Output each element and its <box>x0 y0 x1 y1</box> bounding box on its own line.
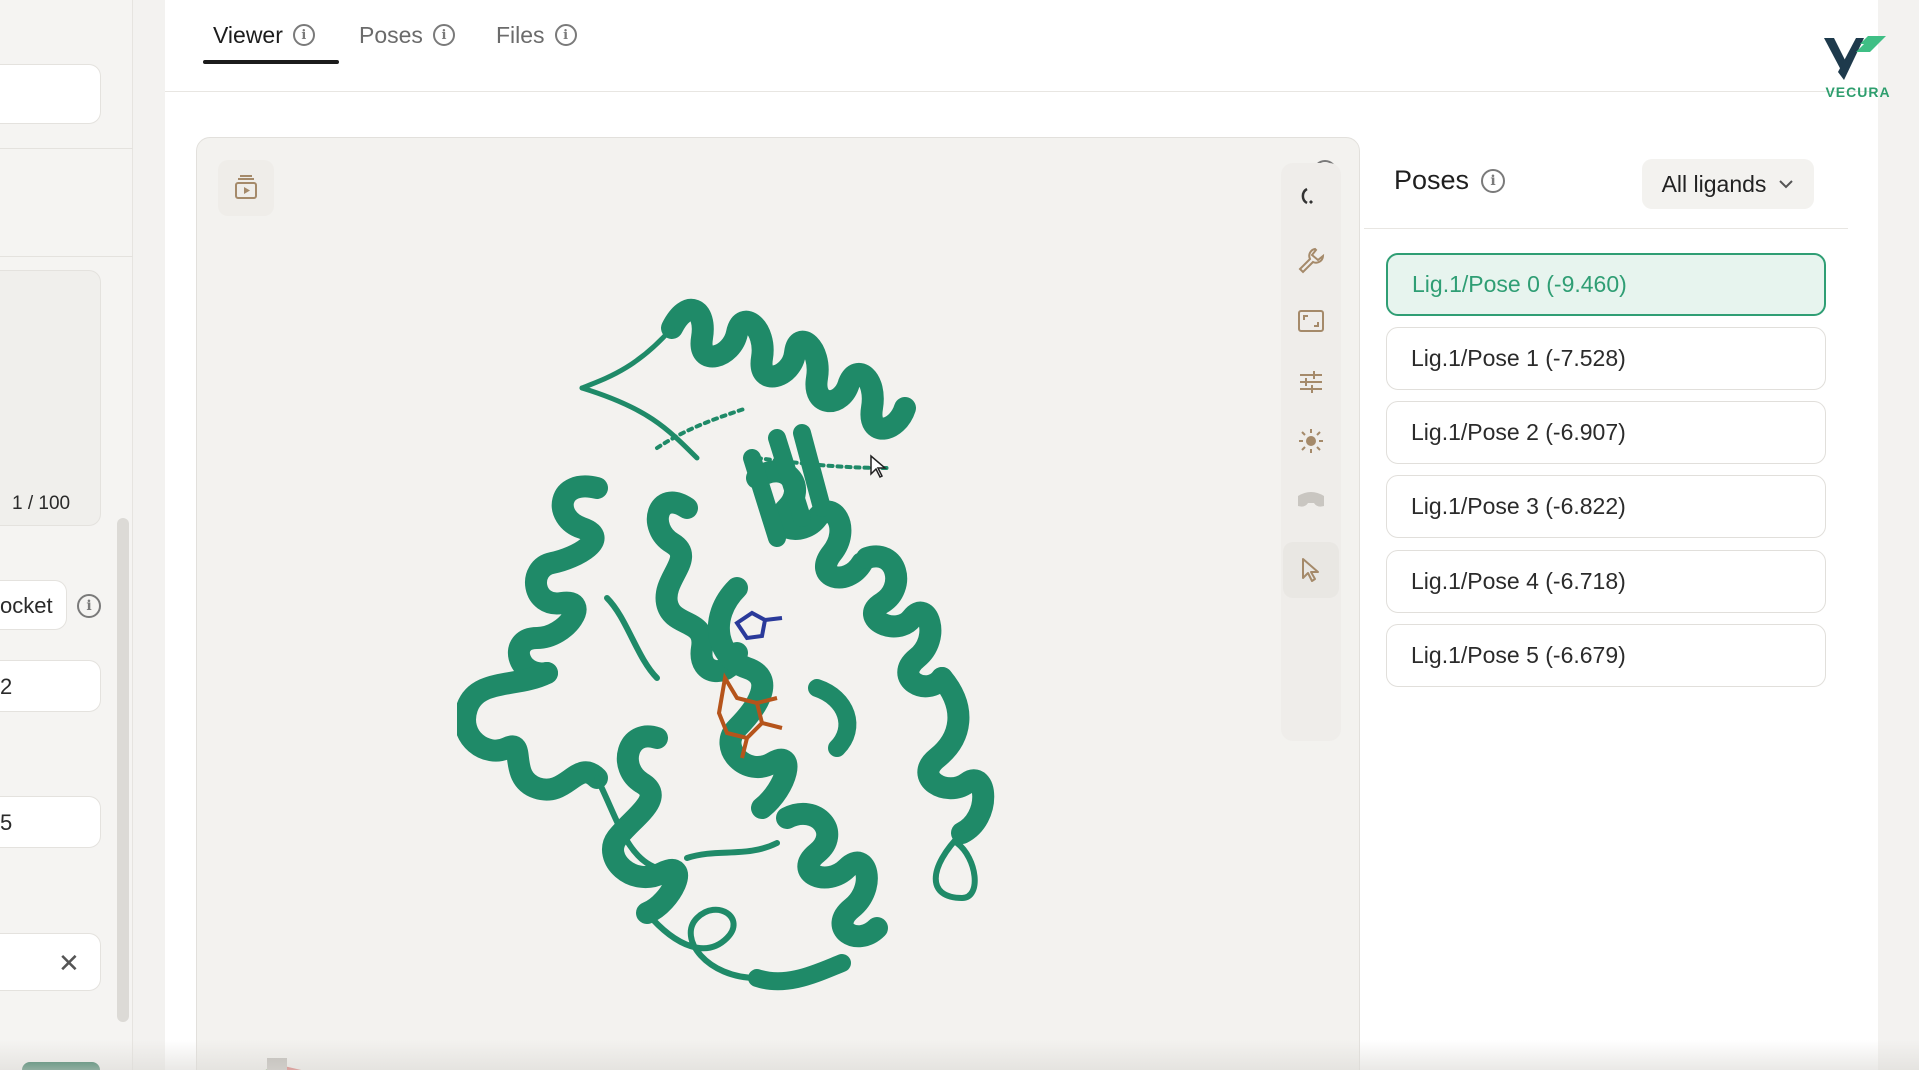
sidebar-divider <box>0 256 133 257</box>
reset-view-button[interactable] <box>1289 174 1333 218</box>
pointer-icon <box>1302 558 1319 582</box>
pose-label: Lig.1/Pose 2 (-6.907) <box>1411 419 1626 445</box>
pose-item[interactable]: Lig.1/Pose 0 (-9.460) <box>1386 253 1826 316</box>
lighting-button[interactable] <box>1289 419 1333 463</box>
clear-icon[interactable]: ✕ <box>58 948 80 979</box>
tab-poses[interactable]: Poses i <box>359 18 455 52</box>
chevron-down-icon <box>1779 180 1794 189</box>
pager-text: 1 / 100 <box>12 493 71 514</box>
tab-files[interactable]: Files i <box>496 18 577 52</box>
field-1-value: 2 <box>0 674 13 699</box>
play-stack-icon <box>235 175 257 199</box>
tab-poses-label: Poses <box>359 21 423 48</box>
pocket-toggle[interactable]: ocket <box>0 580 67 630</box>
poses-info-icon[interactable]: i <box>1481 168 1506 193</box>
reset-view-icon <box>1301 187 1313 205</box>
mouse-cursor-icon <box>870 454 887 479</box>
left-sidebar: 1 / 100 ocket i 2 5 ✕ <box>0 0 133 1070</box>
pose-item[interactable]: Lig.1/Pose 4 (-6.718) <box>1386 550 1826 613</box>
ligand-filter-value: All ligands <box>1661 170 1767 197</box>
active-tab-indicator <box>203 60 339 64</box>
pose-item[interactable]: Lig.1/Pose 5 (-6.679) <box>1386 624 1826 687</box>
sidebar-top-input[interactable] <box>0 64 101 124</box>
poses-header: Poses i <box>1394 165 1506 196</box>
tab-viewer-label: Viewer <box>213 21 283 48</box>
vr-button[interactable] <box>1289 478 1333 522</box>
sidebar-divider <box>0 148 133 149</box>
viewer-info-icon[interactable]: i <box>292 24 315 46</box>
sidebar-scrollbar[interactable] <box>117 518 129 1022</box>
pose-label: Lig.1/Pose 3 (-6.822) <box>1411 493 1626 519</box>
ligand-filter-dropdown[interactable]: All ligands <box>1642 159 1814 209</box>
pose-label: Lig.1/Pose 1 (-7.528) <box>1411 345 1626 371</box>
molecule-viewer[interactable]: i <box>196 137 1360 1070</box>
select-mode-button[interactable] <box>1283 542 1339 598</box>
pose-item[interactable]: Lig.1/Pose 1 (-7.528) <box>1386 327 1826 390</box>
pose-label: Lig.1/Pose 4 (-6.718) <box>1411 568 1626 594</box>
brand-name: VECURA <box>1825 84 1891 100</box>
wrench-icon <box>1298 247 1325 274</box>
poses-title: Poses <box>1394 165 1470 195</box>
tab-files-label: Files <box>496 21 545 48</box>
poses-panel: Poses i All ligands Lig.1/Pose 0 (-9.460… <box>1364 137 1848 1070</box>
bottom-edge-shadow <box>0 1040 1919 1070</box>
field-2-value: 5 <box>0 810 13 835</box>
tab-bar: Viewer i Poses i Files i <box>165 0 1878 92</box>
poses-tab-info-icon[interactable]: i <box>432 24 455 46</box>
poses-divider <box>1364 228 1848 229</box>
sidebar-preview-card: 1 / 100 <box>0 270 101 526</box>
tab-viewer[interactable]: Viewer i <box>213 18 315 52</box>
fullscreen-button[interactable] <box>1289 299 1333 343</box>
sidebar-field-1[interactable]: 2 <box>0 660 101 712</box>
settings-button[interactable] <box>1289 360 1333 404</box>
sidebar-field-2[interactable]: 5 <box>0 796 101 848</box>
pose-label: Lig.1/Pose 0 (-9.460) <box>1412 271 1627 297</box>
fullscreen-icon <box>1298 310 1324 332</box>
pose-label: Lig.1/Pose 5 (-6.679) <box>1411 642 1626 668</box>
brightness-icon <box>1299 429 1323 453</box>
protein-structure[interactable] <box>457 258 1017 998</box>
sliders-icon <box>1300 371 1322 393</box>
pose-item[interactable]: Lig.1/Pose 2 (-6.907) <box>1386 401 1826 464</box>
tools-button[interactable] <box>1289 238 1333 282</box>
vr-headset-icon <box>1298 492 1324 507</box>
files-info-icon[interactable]: i <box>554 24 577 46</box>
animation-button[interactable] <box>218 160 274 216</box>
pocket-info-icon[interactable]: i <box>77 594 101 618</box>
pocket-label: ocket <box>0 593 53 618</box>
sidebar-field-3[interactable]: ✕ <box>0 933 101 991</box>
pose-item[interactable]: Lig.1/Pose 3 (-6.822) <box>1386 475 1826 538</box>
